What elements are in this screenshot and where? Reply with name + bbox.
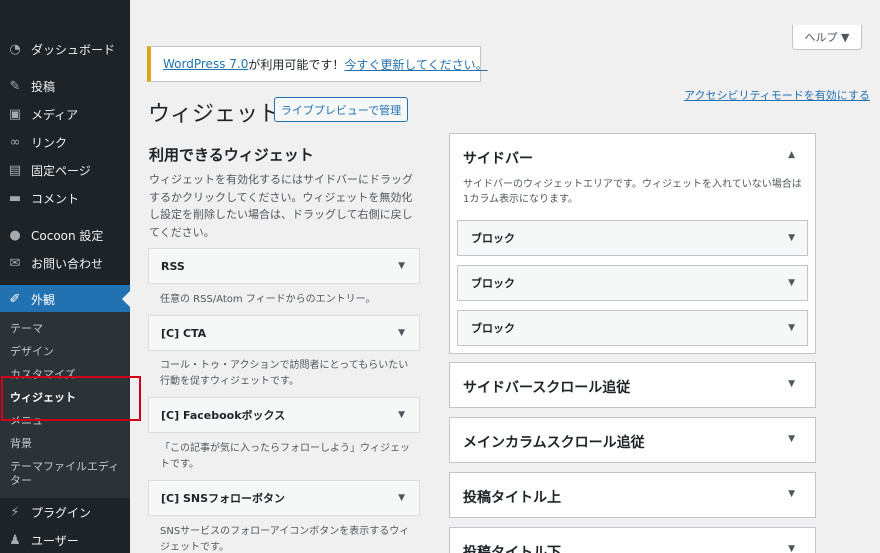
plugin-icon: ⚡	[10, 504, 20, 520]
block-widget[interactable]: ブロック ▼	[457, 310, 808, 346]
dashboard-icon: ◔	[9, 41, 21, 57]
widget-area-sidebar-scroll[interactable]: サイドバースクロール追従 ▼	[449, 362, 816, 408]
sidebar-item-plugins[interactable]: ⚡ プラグイン	[0, 498, 130, 526]
triangle-down-icon[interactable]: ▼	[398, 328, 405, 338]
triangle-down-icon[interactable]: ▼	[788, 233, 795, 243]
update-notice: WordPress 7.0 が利用可能です！ 今すぐ更新してください。	[147, 46, 488, 82]
accessibility-mode-link[interactable]: アクセシビリティモードを有効にする	[684, 87, 870, 103]
sidebar-item-links[interactable]: ∞ リンク	[0, 128, 130, 156]
widget-area-title: サイドバースクロール追従	[463, 380, 631, 396]
triangle-down-icon[interactable]: ▼	[788, 434, 795, 444]
circle-icon: ●	[9, 227, 21, 243]
help-button[interactable]: ヘルプ ▼	[792, 25, 862, 50]
widget-area-below-title[interactable]: 投稿タイトル下 ▼	[449, 527, 816, 553]
block-widget[interactable]: ブロック ▼	[457, 265, 808, 301]
widget-area-main-scroll[interactable]: メインカラムスクロール追従 ▼	[449, 417, 816, 463]
widget-area-title[interactable]: サイドバー	[463, 148, 533, 168]
highlight-annotation-box	[1, 376, 141, 421]
wordpress-version-link[interactable]: WordPress 7.0	[163, 57, 248, 71]
widget-name: [C] SNSフォローボタン	[161, 492, 286, 505]
widget-description: SNSサービスのフォローアイコンボタンを表示するウィジェットです。	[160, 526, 410, 553]
submenu-item-theme-editor[interactable]: テーマファイルエディター	[10, 460, 125, 488]
submenu-item-design[interactable]: デザイン	[10, 345, 125, 359]
sidebar-item-dashboard[interactable]: ◔ ダッシュボード	[0, 35, 130, 63]
live-preview-button[interactable]: ライブプレビューで管理	[274, 97, 408, 122]
widget-sns-follow[interactable]: [C] SNSフォローボタン ▼	[148, 480, 420, 516]
widget-description: コール・トゥ・アクションで訪問者にとってもらいたい行動を促すウィジェットです。	[160, 360, 409, 387]
triangle-down-icon[interactable]: ▼	[788, 323, 795, 333]
widget-area-title: 投稿タイトル下	[463, 545, 561, 553]
widget-area-title: メインカラムスクロール追従	[463, 435, 645, 451]
notice-text: が利用可能です！	[248, 57, 345, 72]
sidebar-item-comments[interactable]: ▬ コメント	[0, 184, 130, 212]
sidebar-item-label: 投稿	[31, 79, 56, 94]
submenu-item-background[interactable]: 背景	[10, 437, 125, 451]
sidebar-item-users[interactable]: ♟ ユーザー	[0, 526, 130, 553]
widget-description: 任意の RSS/Atom フィードからのエントリー。	[160, 294, 376, 305]
admin-sidebar: ◔ ダッシュボード ✎ 投稿 ▣ メディア ∞ リンク ▤ 固定ページ ▬ コメ…	[0, 0, 130, 553]
sidebar-item-label: Cocoon 設定	[31, 228, 104, 243]
sidebar-item-media[interactable]: ▣ メディア	[0, 100, 130, 128]
page-title: ウィジェット	[148, 102, 281, 127]
block-widget[interactable]: ブロック ▼	[457, 220, 808, 256]
widget-cta[interactable]: [C] CTA ▼	[148, 315, 420, 351]
pin-icon: ✎	[9, 78, 21, 94]
triangle-down-icon[interactable]: ▼	[398, 410, 405, 420]
widget-area-above-title[interactable]: 投稿タイトル上 ▼	[449, 472, 816, 518]
update-now-link[interactable]: 今すぐ更新してください。	[344, 56, 487, 73]
widget-area-title: 投稿タイトル上	[463, 490, 561, 506]
sidebar-item-contact[interactable]: ✉ お問い合わせ	[0, 249, 130, 277]
block-label: ブロック	[471, 277, 515, 290]
sidebar-item-label: 外観	[31, 292, 56, 307]
available-widgets-title: 利用できるウィジェット	[149, 146, 314, 164]
sidebar-item-label: ダッシュボード	[31, 42, 116, 57]
sidebar-item-posts[interactable]: ✎ 投稿	[0, 72, 130, 100]
triangle-down-icon[interactable]: ▼	[788, 489, 795, 499]
submenu-item-themes[interactable]: テーマ	[10, 322, 125, 336]
widget-area-sidebar: サイドバー ▲ サイドバーのウィジェットエリアです。ウィジェットを入れていない場…	[449, 133, 816, 354]
page-icon: ▤	[8, 162, 22, 178]
user-icon: ♟	[9, 532, 21, 548]
triangle-down-icon[interactable]: ▼	[398, 493, 405, 503]
triangle-down-icon[interactable]: ▼	[788, 379, 795, 389]
triangle-up-icon[interactable]: ▲	[788, 150, 795, 160]
sidebar-item-label: プラグイン	[31, 505, 92, 520]
available-widgets-description: ウィジェットを有効化するにはサイドバーにドラッグするかクリックしてください。ウィ…	[149, 173, 413, 239]
sidebar-item-label: コメント	[31, 191, 80, 206]
sidebar-item-label: リンク	[31, 135, 68, 150]
sidebar-item-pages[interactable]: ▤ 固定ページ	[0, 156, 130, 184]
block-label: ブロック	[471, 322, 515, 335]
sidebar-item-label: 固定ページ	[31, 163, 91, 178]
mail-icon: ✉	[9, 255, 21, 271]
sidebar-item-appearance[interactable]: ✐ 外観	[0, 285, 130, 313]
block-label: ブロック	[471, 232, 515, 245]
help-label: ヘルプ ▼	[804, 31, 850, 44]
widget-area-description: サイドバーのウィジェットエリアです。ウィジェットを入れていない場合は1カラム表示…	[463, 179, 802, 205]
widget-name: [C] CTA	[161, 326, 207, 340]
sidebar-item-cocoon[interactable]: ● Cocoon 設定	[0, 221, 130, 249]
sidebar-item-label: お問い合わせ	[31, 256, 104, 271]
widget-name: [C] Facebookボックス	[161, 409, 286, 422]
sidebar-item-label: ユーザー	[31, 533, 79, 548]
widget-facebook-box[interactable]: [C] Facebookボックス ▼	[148, 397, 420, 433]
link-icon: ∞	[9, 134, 21, 150]
triangle-down-icon[interactable]: ▼	[788, 544, 795, 553]
widget-rss[interactable]: RSS ▼	[148, 248, 420, 284]
triangle-down-icon[interactable]: ▼	[398, 261, 405, 271]
triangle-down-icon[interactable]: ▼	[788, 278, 795, 288]
sidebar-item-label: メディア	[31, 107, 79, 122]
brush-icon: ✐	[9, 291, 21, 307]
comment-icon: ▬	[8, 190, 22, 206]
widget-description: 「この記事が気に入ったらフォローしよう」ウィジェットです。	[160, 443, 410, 470]
media-icon: ▣	[8, 106, 22, 122]
widget-name: RSS	[161, 259, 185, 273]
